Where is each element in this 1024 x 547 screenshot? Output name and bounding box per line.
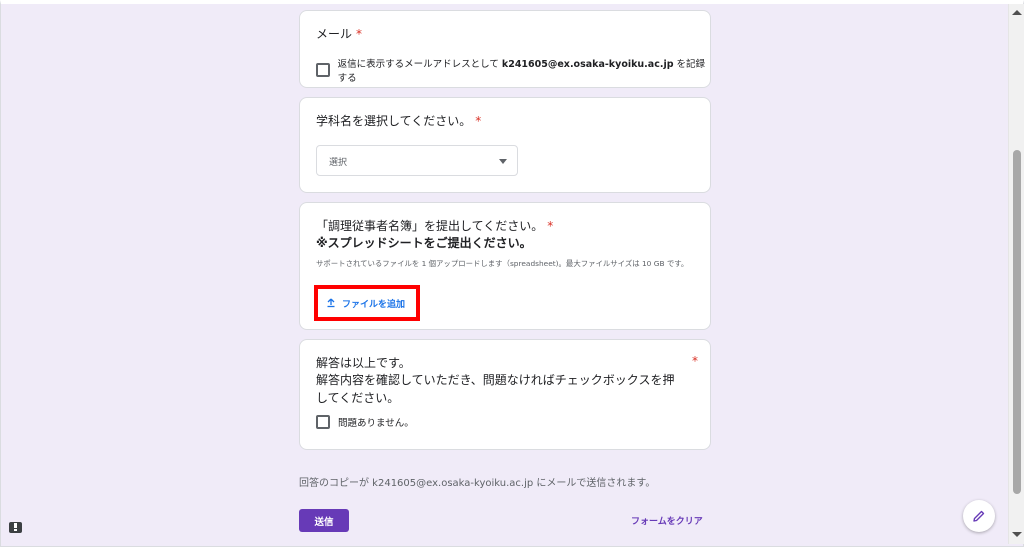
record-email-checkbox[interactable] bbox=[316, 63, 330, 77]
upload-question-note: ※スプレッドシートをご提出ください。 bbox=[316, 236, 532, 250]
email-card: メール * 返信に表示するメールアドレスとして k241605@ex.osaka-… bbox=[299, 10, 711, 88]
confirm-checkbox-label: 問題ありません。 bbox=[338, 418, 414, 429]
required-mark: * bbox=[356, 27, 363, 41]
edit-button[interactable] bbox=[963, 500, 995, 532]
confirm-question-line1: 解答は以上です。 bbox=[316, 356, 411, 370]
required-mark: * bbox=[692, 354, 698, 368]
clear-form-button[interactable]: フォームをクリア bbox=[631, 514, 703, 527]
email-question-title: メール * bbox=[316, 27, 363, 41]
scroll-thumb[interactable] bbox=[1013, 150, 1021, 494]
department-card: 学科名を選択してください。 * 選択 bbox=[299, 97, 711, 193]
submit-label: 送信 bbox=[314, 516, 334, 528]
copy-notice: 回答のコピーが k241605@ex.osaka-kyoiku.ac.jp にメ… bbox=[299, 478, 656, 489]
dropdown-arrow-icon bbox=[499, 159, 507, 164]
add-file-label: ファイルを追加 bbox=[342, 299, 406, 310]
upload-card: 「調理従事者名簿」を提出してください。 * ※スプレッドシートをご提出ください。 … bbox=[299, 202, 711, 330]
upload-icon bbox=[327, 298, 335, 308]
upload-question-title: 「調理従事者名簿」を提出してください。 * bbox=[316, 219, 554, 233]
upload-help-text: サポートされているファイルを 1 個アップロードします（spreadsheet)… bbox=[316, 259, 689, 268]
add-file-button[interactable]: ファイルを追加 bbox=[322, 293, 409, 313]
scroll-up-arrow[interactable] bbox=[1012, 10, 1022, 15]
department-select-value: 選択 bbox=[329, 158, 348, 168]
confirm-checkbox[interactable] bbox=[316, 415, 330, 429]
confirm-card: 解答は以上です。 解答内容を確認していただき、問題なければチェックボックスを押し… bbox=[299, 339, 711, 450]
feedback-icon[interactable] bbox=[9, 522, 22, 533]
scrollbar[interactable] bbox=[1008, 4, 1024, 544]
scroll-down-arrow[interactable] bbox=[1012, 532, 1022, 537]
submit-button[interactable]: 送信 bbox=[299, 509, 349, 532]
confirm-question-line2: 解答内容を確認していただき、問題なければチェックボックスを押してください。 bbox=[316, 373, 675, 405]
department-question-title: 学科名を選択してください。 * bbox=[316, 114, 482, 128]
pencil-icon bbox=[973, 510, 985, 522]
department-select[interactable]: 選択 bbox=[316, 145, 518, 176]
record-email-label: 返信に表示するメールアドレスとして k241605@ex.osaka-kyoik… bbox=[337, 59, 706, 84]
